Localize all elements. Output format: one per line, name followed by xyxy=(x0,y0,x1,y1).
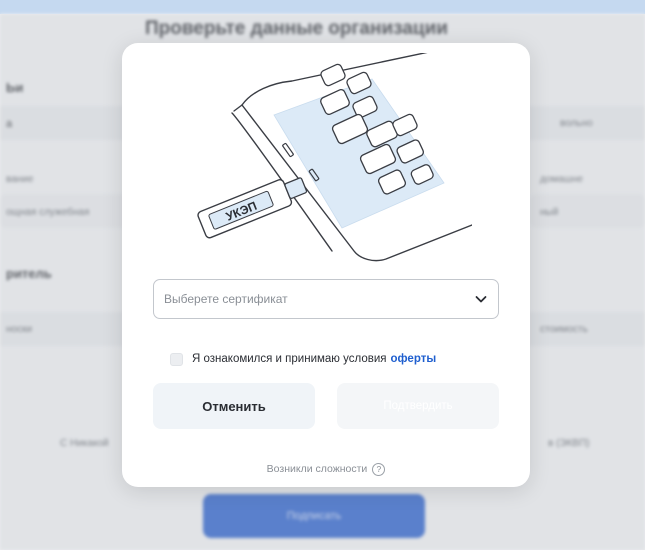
agreement-row: Я ознакомился и принимаю условия оферты xyxy=(170,351,436,367)
certificate-select[interactable]: Выберете сертификат xyxy=(153,279,499,319)
certificate-modal: УКЭП Выберете сертификат Я ознакомился и… xyxy=(122,43,530,487)
agreement-checkbox[interactable] xyxy=(170,352,183,366)
help-text: Возникли сложности xyxy=(266,463,368,475)
chevron-down-icon xyxy=(475,296,487,303)
confirm-button[interactable]: Подтвердить xyxy=(337,383,499,429)
top-strip xyxy=(0,0,645,14)
offer-link[interactable]: оферты xyxy=(390,353,436,365)
cancel-button[interactable]: Отменить xyxy=(153,383,315,429)
laptop-usb-illustration: УКЭП xyxy=(197,53,472,262)
certificate-select-placeholder: Выберете сертификат xyxy=(164,292,288,306)
help-link[interactable]: Возникли сложности ? xyxy=(122,461,530,477)
question-circle-icon: ? xyxy=(372,462,386,476)
agreement-text: Я ознакомился и принимаю условия xyxy=(192,353,387,365)
